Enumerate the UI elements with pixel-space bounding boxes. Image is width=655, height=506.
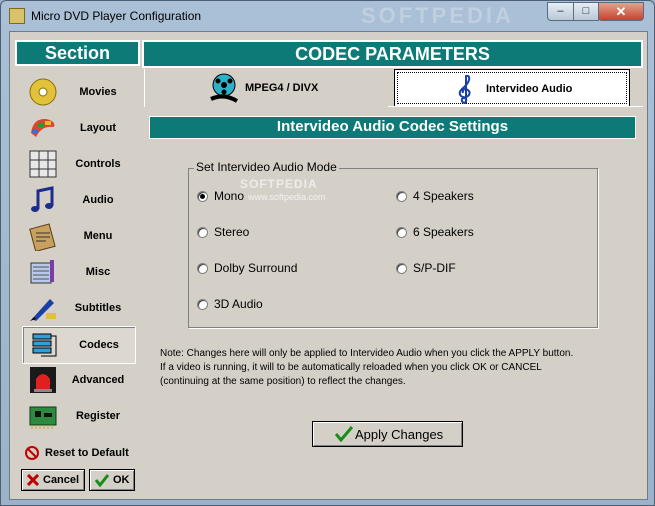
apply-label: Apply Changes (355, 427, 444, 442)
codec-parameters-header: CODEC PARAMETERS (142, 40, 643, 68)
sidebar-item-label: Advanced (71, 374, 125, 386)
sidebar-item-label: Menu (83, 230, 113, 242)
window-title: Micro DVD Player Configuration (31, 9, 202, 23)
radio-dot (396, 191, 407, 202)
app-icon (9, 8, 25, 24)
codec-stack-icon (32, 333, 57, 357)
sidebar-item-audio[interactable]: Audio (22, 182, 134, 218)
apply-changes-button[interactable]: Apply Changes (312, 421, 463, 447)
ok-button[interactable]: OK (89, 469, 135, 491)
radio-dot (197, 263, 208, 274)
misc-tools-icon (30, 260, 54, 284)
tab-label: Intervideo Audio (486, 83, 573, 95)
checkmark-icon (335, 426, 353, 442)
menu-clipboard-icon (29, 223, 56, 251)
note-line-3: (continuing at the same position) to ref… (160, 376, 406, 387)
tab-divider (388, 106, 643, 107)
pen-icon (30, 299, 56, 321)
sidebar-item-subtitles[interactable]: Subtitles (22, 290, 134, 326)
sidebar-item-label: Codecs (79, 339, 119, 351)
title-bar: Micro DVD Player Configuration SOFTPEDIA… (1, 1, 654, 31)
tab-mpeg4-divx[interactable]: MPEG4 / DIVX (144, 69, 388, 107)
section-title: Intervideo Audio Codec Settings (149, 116, 636, 139)
sidebar-item-label: Subtitles (74, 302, 122, 314)
advanced-siren-icon (30, 367, 56, 393)
radio-dot (197, 191, 208, 202)
circuit-board-icon (29, 406, 57, 429)
sidebar-item-label: Audio (82, 194, 114, 206)
checkmark-icon (95, 474, 109, 487)
cancel-label: Cancel (43, 474, 80, 486)
sidebar-item-label: Layout (79, 122, 117, 134)
radio-dot (197, 227, 208, 238)
group-label: Set Intervideo Audio Mode (194, 160, 339, 174)
section-header: Section (15, 40, 140, 66)
controls-grid-icon (29, 150, 57, 178)
radio-dot (396, 227, 407, 238)
sidebar-item-label: Controls (75, 158, 121, 170)
sidebar-item-menu[interactable]: Menu (22, 218, 134, 254)
film-reel-icon (210, 73, 239, 103)
radio-dot (396, 263, 407, 274)
tab-label: MPEG4 / DIVX (245, 82, 319, 94)
sidebar-item-label: Misc (85, 266, 111, 278)
radio-label: S/P-DIF (413, 261, 456, 275)
radio-label: Dolby Surround (214, 261, 298, 275)
close-button[interactable]: ✕ (598, 2, 644, 21)
reset-label: Reset to Default (45, 447, 129, 459)
sidebar-item-layout[interactable]: Layout (22, 110, 134, 146)
cancel-button[interactable]: Cancel (21, 469, 85, 491)
app-window: Micro DVD Player Configuration SOFTPEDIA… (0, 0, 655, 506)
note-line-1: Note: Changes here will only be applied … (160, 348, 574, 359)
watermark: SOFTPEDIA (240, 177, 318, 191)
reset-to-default-button[interactable]: Reset to Default (23, 444, 139, 464)
sidebar-item-movies[interactable]: Movies (22, 74, 134, 110)
sidebar-item-controls[interactable]: Controls (22, 146, 134, 182)
radio-dot (197, 299, 208, 310)
music-notes-icon (31, 186, 54, 212)
client-area: Section Movies Layout Controls Audio Men… (9, 31, 648, 500)
radio-label: Stereo (214, 225, 250, 239)
sidebar-item-codecs[interactable]: Codecs (22, 326, 136, 364)
maximize-button[interactable]: □ (573, 2, 599, 21)
ok-label: OK (113, 474, 130, 486)
x-icon (27, 474, 39, 486)
watermark-url: www.softpedia.com (248, 192, 326, 202)
radio-label: 4 Speakers (413, 189, 474, 203)
sidebar-item-label: Register (75, 410, 121, 422)
watermark: SOFTPEDIA (361, 3, 514, 28)
radio-label: Mono (214, 189, 245, 203)
minimize-button[interactable]: – (547, 2, 574, 21)
sidebar-item-misc[interactable]: Misc (22, 254, 134, 290)
palette-icon (31, 118, 55, 137)
no-entry-icon (25, 446, 39, 460)
radio-label: 3D Audio (214, 297, 263, 311)
treble-clef-icon (458, 74, 471, 104)
dvd-disc-icon (29, 78, 57, 106)
sidebar-item-register[interactable]: Register (22, 398, 134, 434)
sidebar-item-label: Movies (79, 86, 117, 98)
sidebar-item-advanced[interactable]: Advanced (22, 362, 134, 398)
note-line-2: If a video is running, it will to be aut… (160, 362, 542, 373)
radio-label: 6 Speakers (413, 225, 474, 239)
tab-intervideo-audio[interactable]: Intervideo Audio (394, 69, 630, 107)
